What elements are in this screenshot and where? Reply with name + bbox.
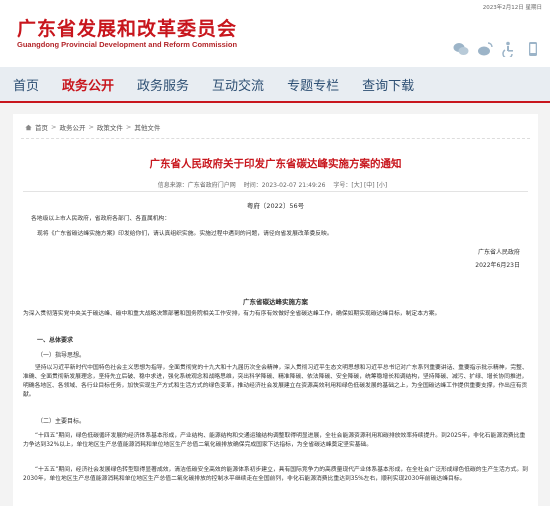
document-number: 粤府〔2022〕56号 [246,202,305,210]
signature-org: 广东省人民政府 [477,249,520,256]
site-header: 2023年2月12日 星期日 广东省发展和改革委员会 Guangdong Pro… [0,0,550,67]
weibo-icon[interactable] [476,40,494,58]
header-icon-group [452,40,542,58]
section-heading-general: 一、总体要求 [37,337,74,344]
breadcrumb-item-policy-files[interactable]: 政策文件 [97,122,123,132]
site-logo-english[interactable]: Guangdong Provincial Development and Ref… [17,40,237,49]
document-source: 信息来源：广东省政府门户网 [157,182,236,189]
breadcrumb-separator: > [88,123,94,131]
plan-intro: 为深入贯彻落实党中央关于碳达峰、碳中和重大战略决策部署和国务院相关工作安排，有力… [23,311,441,317]
breadcrumb-separator: > [51,123,57,131]
font-size-controls[interactable]: 字号：[大] [中] [小] [333,182,387,189]
breadcrumb-item-other-files[interactable]: 其他文件 [134,122,160,132]
paragraph-guiding-ideology: 坚持以习近平新时代中国特色社会主义思想为指导，全面贯彻党的十九大和十九届历次全会… [23,365,528,398]
document-meta: 信息来源：广东省政府门户网 时间：2023-02-07 21:49:26 字号：… [13,180,538,189]
subsection-guiding-ideology: （一）指导思想。 [37,352,86,359]
document-recipients: 各地级以上市人民政府，省政府各部门、各直属机构： [31,216,171,222]
nav-item-query-download[interactable]: 查询下载 [362,75,414,94]
document-title: 广东省人民政府关于印发广东省碳达峰实施方案的通知 [149,158,402,170]
current-date: 2023年2月12日 星期日 [482,5,542,11]
nav-item-home[interactable]: 首页 [13,75,39,94]
nav-item-gov-affairs-public[interactable]: 政务公开 [62,75,114,94]
paragraph-15th-plan-goals: “十五五”期间，经济社会发展绿色转型取得显著成效，清洁低碳安全高效的能源体系初步… [23,467,528,482]
paragraph-14th-plan-goals: “十四五”期间，绿色低碳循环发展的经济体系基本形成，产业结构、能源结构和交通运输… [23,433,526,448]
subsection-main-goals: （二）主要目标。 [37,418,86,425]
breadcrumb-separator: > [125,123,132,131]
site-logo-chinese[interactable]: 广东省发展和改革委员会 [17,14,237,41]
nav-item-interaction[interactable]: 互动交流 [212,75,264,94]
document-body: 现将《广东省碳达峰实施方案》印发给你们，请认真组织实施。实施过程中遇到的问题，请… [37,231,333,237]
wechat-icon[interactable] [452,40,470,58]
nav-item-special-topics[interactable]: 专题专栏 [287,75,339,94]
nav-item-gov-services[interactable]: 政务服务 [137,75,189,94]
home-icon [25,124,32,130]
document-panel: 首页 > 政务公开 > 政策文件 > 其他文件 广东省人民政府关于印发广东省碳达… [13,114,538,506]
breadcrumb: 首页 > 政务公开 > 政策文件 > 其他文件 [25,122,160,132]
breadcrumb-item-gov-affairs-public[interactable]: 政务公开 [59,122,85,132]
meta-divider [23,191,528,192]
mobile-icon[interactable] [524,40,542,58]
breadcrumb-item-home[interactable]: 首页 [35,122,48,132]
breadcrumb-divider [21,138,530,139]
main-navigation: 首页 政务公开 政务服务 互动交流 专题专栏 查询下载 [0,67,550,103]
plan-title: 广东省碳达峰实施方案 [243,298,308,306]
document-time: 时间：2023-02-07 21:49:26 [243,182,326,189]
signature-date: 2022年6月23日 [475,262,520,269]
accessibility-icon[interactable] [500,40,518,58]
